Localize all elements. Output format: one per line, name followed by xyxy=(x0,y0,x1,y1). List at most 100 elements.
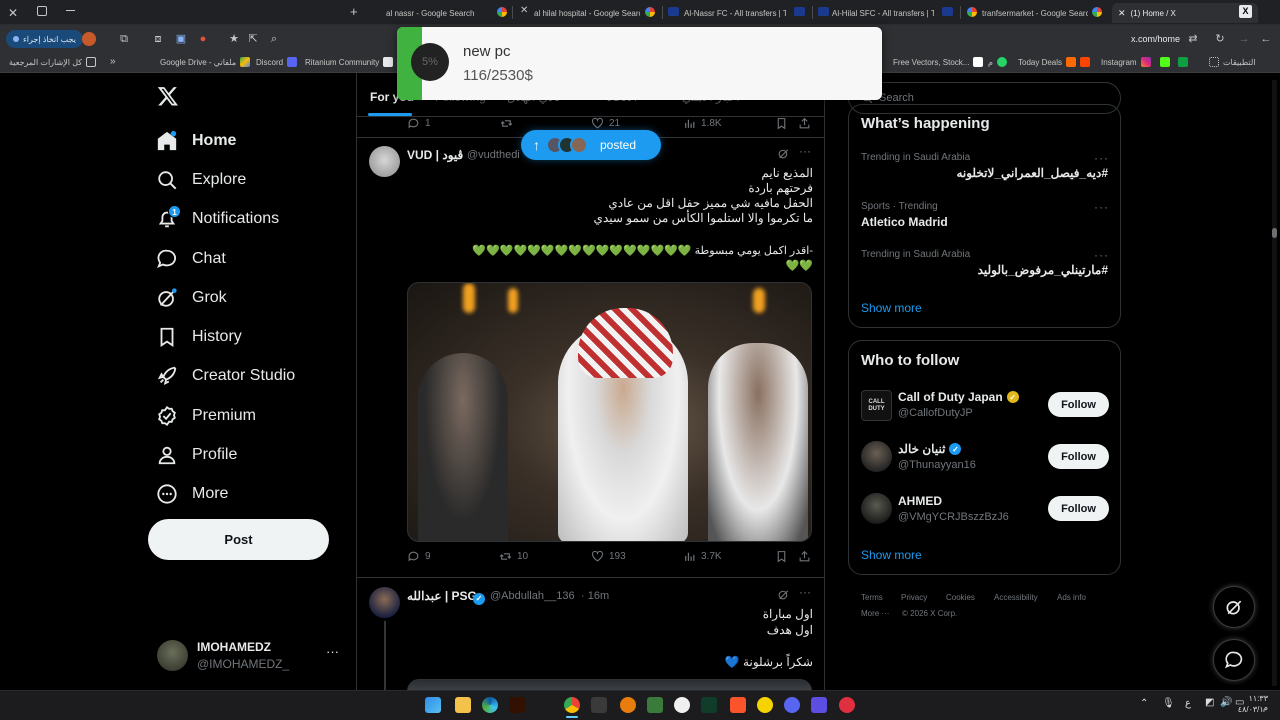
nav-profile[interactable]: Profile xyxy=(156,439,237,471)
grok-floating-button[interactable] xyxy=(1213,586,1255,628)
nav-creator-studio[interactable]: Creator Studio xyxy=(156,360,295,392)
bookmark-instagram[interactable]: Instagram xyxy=(1101,57,1151,67)
bookmark-post-button[interactable] xyxy=(775,117,788,130)
bookmark-today-deals[interactable]: Today Deals xyxy=(1018,57,1091,67)
purple-app-icon[interactable] xyxy=(811,697,827,713)
follow-button[interactable]: Follow xyxy=(1048,444,1109,469)
nav-history[interactable]: History xyxy=(156,321,242,353)
blender-icon[interactable] xyxy=(620,697,636,713)
footer-cookies-link[interactable]: Cookies xyxy=(946,593,975,602)
avatar[interactable]: CALL DUTY xyxy=(861,390,892,421)
like-button[interactable]: 21 xyxy=(591,117,620,130)
reply-button[interactable]: 1 xyxy=(407,117,431,130)
post-more-icon[interactable]: ··· xyxy=(799,144,811,158)
tab-al-hilal-hospital-search[interactable]: al hilal hospital - Google Search xyxy=(534,3,642,23)
reload-icon[interactable]: ↻ xyxy=(1213,32,1227,46)
new-tab-icon[interactable]: + xyxy=(350,4,358,19)
volume-icon[interactable]: 🔊 xyxy=(1220,697,1232,708)
scrollbar-thumb[interactable] xyxy=(1272,228,1277,238)
share-post-button[interactable] xyxy=(798,117,811,130)
avatar[interactable] xyxy=(369,146,400,177)
page-scrollbar[interactable] xyxy=(1272,80,1277,686)
tune-icon[interactable]: ⇄ xyxy=(1186,32,1200,46)
tray-chevron-icon[interactable]: ⌃ xyxy=(1140,698,1148,709)
repost-button[interactable]: 10 xyxy=(499,550,528,563)
post-author-handle[interactable]: @Abdullah__136 xyxy=(490,590,575,602)
nav-chat[interactable]: Chat xyxy=(156,243,226,275)
kick-icon[interactable] xyxy=(1160,57,1170,67)
x-logo-icon[interactable] xyxy=(157,85,179,109)
follow-suggestion-name[interactable]: AHMED xyxy=(898,494,942,508)
show-more-link[interactable]: Show more xyxy=(861,548,922,562)
nav-more[interactable]: More xyxy=(156,478,228,510)
app-icon[interactable] xyxy=(674,697,690,713)
screenshot-icon[interactable]: ▣ xyxy=(174,32,188,46)
show-more-link[interactable]: Show more xyxy=(861,301,922,315)
share-post-button[interactable] xyxy=(798,550,811,563)
forward-icon[interactable]: → xyxy=(1237,32,1251,46)
edge-icon[interactable] xyxy=(482,697,498,713)
like-button[interactable]: 193 xyxy=(591,550,626,563)
illustrator-icon[interactable] xyxy=(509,697,525,713)
tab-x-home[interactable]: ✕ (1) Home / X xyxy=(1112,3,1258,23)
brave-icon[interactable] xyxy=(730,697,746,713)
file-explorer-icon[interactable] xyxy=(455,697,471,713)
bookmark-post-button[interactable] xyxy=(775,550,788,563)
calculator-icon[interactable] xyxy=(591,697,607,713)
follow-suggestion-name[interactable]: Call of Duty Japan ✓ xyxy=(898,390,1019,404)
red-app-icon[interactable] xyxy=(839,697,855,713)
bookmark-misc-r[interactable]: م xyxy=(988,57,1007,67)
clock-date[interactable]: ٤٨/٠٣/١٠ xyxy=(1236,705,1268,714)
windows-start-icon[interactable] xyxy=(425,697,441,713)
footer-ads-link[interactable]: Ads info xyxy=(1057,593,1086,602)
nav-grok[interactable]: Grok xyxy=(156,282,227,314)
avatar[interactable] xyxy=(369,587,400,618)
footer-accessibility-link[interactable]: Accessibility xyxy=(994,593,1038,602)
green-k-icon[interactable] xyxy=(1178,57,1188,67)
network-icon[interactable]: ◩ xyxy=(1205,697,1214,708)
tab-transfermarket-search[interactable]: tranfsermarket - Google Search xyxy=(982,3,1090,23)
nav-explore[interactable]: Explore xyxy=(156,164,246,196)
minecraft-icon[interactable] xyxy=(647,697,663,713)
extension-icon[interactable]: ⧉ xyxy=(117,32,131,46)
microphone-icon[interactable]: 🎙 xyxy=(1162,698,1175,709)
avatar[interactable] xyxy=(861,493,892,524)
views-button[interactable]: 3.7K xyxy=(683,550,722,563)
chrome-icon[interactable] xyxy=(564,697,580,713)
minimize-window-icon[interactable] xyxy=(66,10,75,11)
repost-button[interactable] xyxy=(500,117,513,130)
bookmark-discord[interactable]: Discord xyxy=(256,57,298,67)
follow-button[interactable]: Follow xyxy=(1048,496,1109,521)
star-bookmark-icon[interactable]: ★ xyxy=(227,32,241,46)
profile-avatar-icon[interactable] xyxy=(82,32,96,46)
post-button[interactable]: Post xyxy=(148,519,329,560)
post-media-image[interactable] xyxy=(407,282,812,542)
post-more-icon[interactable]: ··· xyxy=(799,585,811,599)
input-language[interactable]: ع xyxy=(1185,698,1191,709)
zoom-icon[interactable]: ⌕ xyxy=(267,32,281,46)
post-author-handle[interactable]: @vudthedi xyxy=(467,149,520,161)
bookmark-free-vectors[interactable]: Free Vectors, Stock... xyxy=(893,57,984,67)
bookmark-google-drive[interactable]: Google Drive - ملفاتي xyxy=(160,57,251,67)
footer-privacy-link[interactable]: Privacy xyxy=(901,593,927,602)
bookmark-ritanium[interactable]: Ritanium Community xyxy=(305,57,394,67)
tab-al-nassr-transfers[interactable]: Al-Nassr FC - All transfers | Tra xyxy=(684,3,788,23)
x-tab-close-icon[interactable]: ✕ xyxy=(1118,8,1126,19)
post-vud[interactable]: VUD | ڤيود @vudthedi ··· المذيع نايم فرح… xyxy=(357,138,824,578)
close-tab-icon[interactable]: ✕ xyxy=(520,5,528,16)
trend-more-icon[interactable]: ··· xyxy=(1094,248,1109,262)
footer-terms-link[interactable]: Terms xyxy=(861,593,883,602)
yellow-app-icon[interactable] xyxy=(757,697,773,713)
views-button[interactable]: 1.8K xyxy=(683,117,722,130)
green-app-icon[interactable] xyxy=(701,697,717,713)
nav-home[interactable]: Home xyxy=(156,125,236,157)
avatar[interactable] xyxy=(861,441,892,472)
trend-more-icon[interactable]: ··· xyxy=(1094,200,1109,214)
more-dots-icon[interactable]: ··· xyxy=(326,644,339,659)
reply-button[interactable]: 9 xyxy=(407,550,431,563)
follow-button[interactable]: Follow xyxy=(1048,392,1109,417)
red-extension-icon[interactable]: ● xyxy=(196,32,210,46)
address-bar-url[interactable]: x.com/home xyxy=(1131,34,1180,44)
grok-post-icon[interactable] xyxy=(777,588,790,601)
restore-window-icon[interactable] xyxy=(37,6,47,16)
